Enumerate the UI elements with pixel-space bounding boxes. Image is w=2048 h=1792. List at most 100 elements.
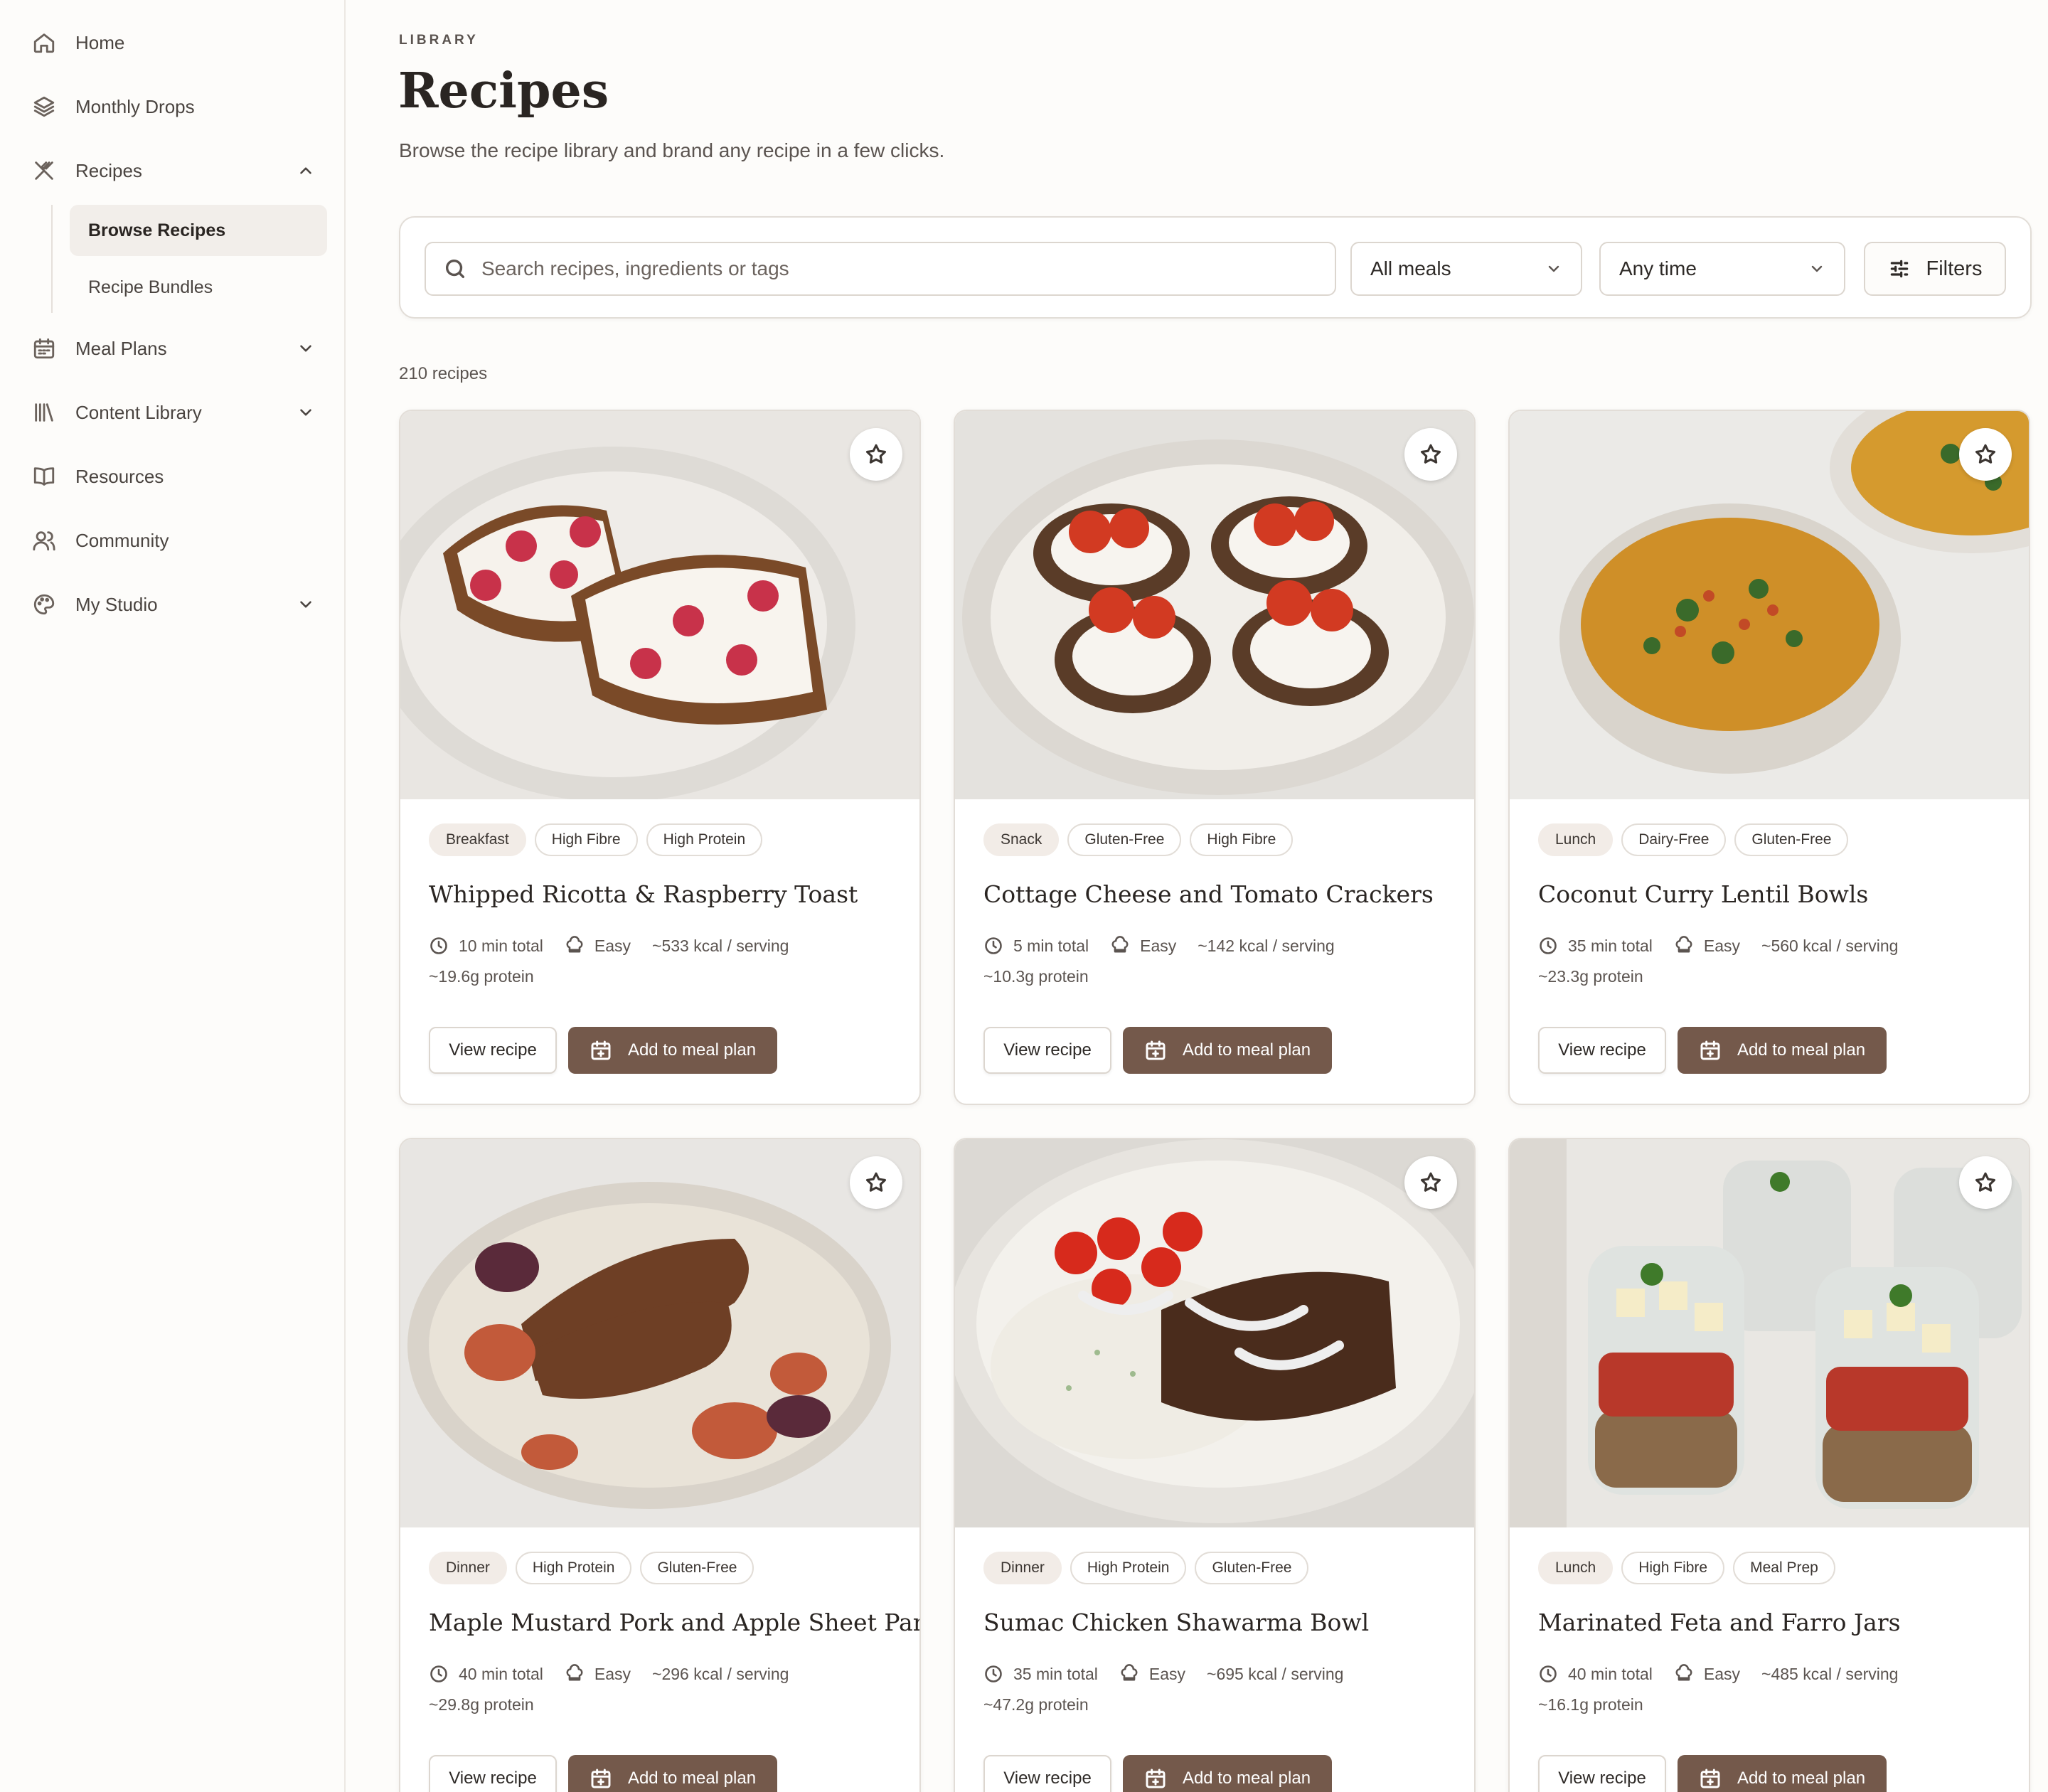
recipe-card[interactable]: Lunch High Fibre Meal Prep Marinated Feta … bbox=[1508, 1138, 2030, 1792]
recipe-title[interactable]: Marinated Feta and Farro Jars bbox=[1538, 1609, 1901, 1636]
add-to-meal-plan-button[interactable]: Add to meal plan bbox=[568, 1755, 777, 1792]
recipe-title[interactable]: Whipped Ricotta & Raspberry Toast bbox=[429, 880, 858, 908]
favorite-button[interactable] bbox=[1959, 428, 2012, 481]
book-icon bbox=[28, 461, 60, 492]
add-to-meal-plan-button[interactable]: Add to meal plan bbox=[1123, 1027, 1332, 1074]
view-recipe-button[interactable]: View recipe bbox=[1538, 1027, 1666, 1074]
users-icon bbox=[28, 525, 60, 556]
star-icon bbox=[1975, 444, 1996, 464]
sidebar-item-my-studio[interactable]: My Studio bbox=[28, 582, 320, 627]
recipe-tags: Snack Gluten-Free High Fibre bbox=[983, 823, 1294, 856]
sidebar: Home Monthly Drops Recipes Browse Recipe… bbox=[0, 0, 346, 1792]
recipe-meta: 5 min total Easy ~142 kcal / serving bbox=[983, 936, 1335, 956]
view-recipe-button[interactable]: View recipe bbox=[429, 1755, 557, 1792]
meal-type-select[interactable]: All meals bbox=[1350, 242, 1582, 296]
star-icon bbox=[1975, 1172, 1996, 1192]
add-to-meal-plan-label: Add to meal plan bbox=[1182, 1040, 1311, 1060]
search-placeholder: Search recipes, ingredients or tags bbox=[481, 257, 789, 279]
calendar-plus-icon bbox=[1700, 1040, 1720, 1060]
filters-label: Filters bbox=[1926, 257, 1983, 280]
chef-hat-icon bbox=[566, 1664, 583, 1681]
sidebar-item-resources[interactable]: Resources bbox=[28, 454, 320, 499]
recipe-tag: Dinner bbox=[429, 1552, 507, 1584]
recipe-meta: 40 min total Easy ~485 kcal / serving bbox=[1538, 1664, 1898, 1684]
filters-button[interactable]: Filters bbox=[1864, 242, 2006, 296]
recipe-title[interactable]: Maple Mustard Pork and Apple Sheet Pan bbox=[429, 1609, 919, 1636]
sidebar-item-monthly-drops[interactable]: Monthly Drops bbox=[28, 84, 320, 129]
calendar-icon bbox=[28, 333, 60, 364]
recipe-kcal: ~560 kcal / serving bbox=[1761, 936, 1899, 955]
calendar-plus-icon bbox=[1146, 1040, 1166, 1060]
recipe-title[interactable]: Cottage Cheese and Tomato Crackers bbox=[983, 880, 1434, 908]
sidebar-item-content-library[interactable]: Content Library bbox=[28, 390, 320, 435]
chevron-down-icon bbox=[1548, 265, 1559, 272]
layers-icon bbox=[28, 91, 60, 122]
recipe-protein: ~47.2g protein bbox=[983, 1695, 1089, 1714]
sidebar-item-label: Home bbox=[75, 31, 125, 53]
recipe-time: 10 min total bbox=[459, 936, 543, 955]
sidebar-item-label: Meal Plans bbox=[75, 337, 167, 359]
chevron-down-icon[interactable] bbox=[292, 398, 320, 427]
sidebar-item-label: My Studio bbox=[75, 593, 158, 615]
add-to-meal-plan-button[interactable]: Add to meal plan bbox=[568, 1027, 777, 1074]
view-recipe-button[interactable]: View recipe bbox=[983, 1027, 1111, 1074]
recipe-tag: Dairy-Free bbox=[1621, 823, 1727, 856]
chef-hat-icon bbox=[1121, 1664, 1138, 1681]
favorite-button[interactable] bbox=[1404, 1156, 1457, 1209]
recipe-tag: Dinner bbox=[983, 1552, 1062, 1584]
recipe-tag: Gluten-Free bbox=[1195, 1552, 1309, 1584]
view-recipe-button[interactable]: View recipe bbox=[429, 1027, 557, 1074]
calendar-plus-icon bbox=[591, 1769, 611, 1788]
sidebar-subitem-browse-recipes[interactable]: Browse Recipes bbox=[70, 205, 327, 256]
sidebar-item-label: Recipes bbox=[75, 159, 142, 181]
recipe-tag: High Fibre bbox=[1190, 823, 1294, 856]
chevron-down-icon bbox=[1811, 265, 1823, 272]
recipe-card[interactable]: Lunch Dairy-Free Gluten-Free Coconut Curry… bbox=[1508, 410, 2030, 1105]
recipe-card[interactable]: Dinner High Protein Gluten-Free Sumac Chic… bbox=[954, 1138, 1476, 1792]
clock-icon bbox=[1540, 937, 1557, 954]
filter-bar: Search recipes, ingredients or tags All … bbox=[399, 216, 2032, 319]
recipe-card[interactable]: Dinner High Protein Gluten-Free Maple Must… bbox=[399, 1138, 921, 1792]
recipe-card[interactable]: Snack Gluten-Free High Fibre Cottage Chees… bbox=[954, 410, 1476, 1105]
sidebar-item-home[interactable]: Home bbox=[28, 20, 320, 65]
favorite-button[interactable] bbox=[850, 428, 902, 481]
star-icon bbox=[1420, 1172, 1441, 1192]
recipe-tag: High Protein bbox=[515, 1552, 632, 1584]
sidebar-item-community[interactable]: Community bbox=[28, 518, 320, 563]
page-title: Recipes bbox=[398, 63, 609, 119]
sidebar-item-label: Resources bbox=[75, 465, 164, 487]
sidebar-item-meal-plans[interactable]: Meal Plans bbox=[28, 326, 320, 371]
favorite-button[interactable] bbox=[1959, 1156, 2012, 1209]
results-count: 210 recipes bbox=[399, 364, 488, 383]
clock-icon bbox=[1540, 1665, 1557, 1682]
add-to-meal-plan-button[interactable]: Add to meal plan bbox=[1678, 1027, 1887, 1074]
add-to-meal-plan-label: Add to meal plan bbox=[627, 1769, 757, 1788]
favorite-button[interactable] bbox=[1404, 428, 1457, 481]
recipe-title[interactable]: Coconut Curry Lentil Bowls bbox=[1538, 880, 1868, 908]
chef-hat-icon bbox=[1675, 936, 1692, 953]
view-recipe-button[interactable]: View recipe bbox=[1538, 1755, 1666, 1792]
search-input[interactable]: Search recipes, ingredients or tags bbox=[425, 242, 1336, 296]
recipe-time: 35 min total bbox=[1568, 936, 1653, 955]
chevron-down-icon[interactable] bbox=[292, 334, 320, 363]
time-select[interactable]: Any time bbox=[1599, 242, 1845, 296]
sidebar-item-recipes[interactable]: Recipes bbox=[28, 148, 320, 193]
sidebar-subitem-recipe-bundles[interactable]: Recipe Bundles bbox=[70, 262, 327, 313]
add-to-meal-plan-button[interactable]: Add to meal plan bbox=[1123, 1755, 1332, 1792]
recipe-title[interactable]: Sumac Chicken Shawarma Bowl bbox=[983, 1609, 1369, 1636]
clock-icon bbox=[985, 937, 1002, 954]
add-to-meal-plan-button[interactable]: Add to meal plan bbox=[1678, 1755, 1887, 1792]
favorite-button[interactable] bbox=[850, 1156, 902, 1209]
recipe-difficulty: Easy bbox=[1140, 936, 1177, 955]
recipe-time: 5 min total bbox=[1013, 936, 1089, 955]
chevron-up-icon[interactable] bbox=[292, 156, 320, 185]
sidebar-item-label: Monthly Drops bbox=[75, 95, 195, 117]
recipe-card[interactable]: Breakfast High Fibre High Protein Whipped … bbox=[399, 410, 921, 1105]
view-recipe-button[interactable]: View recipe bbox=[983, 1755, 1111, 1792]
calendar-plus-icon bbox=[591, 1040, 611, 1060]
recipe-kcal: ~142 kcal / serving bbox=[1198, 936, 1335, 955]
recipe-tag: Breakfast bbox=[429, 823, 526, 856]
chevron-down-icon[interactable] bbox=[292, 590, 320, 619]
add-to-meal-plan-label: Add to meal plan bbox=[1737, 1769, 1866, 1788]
recipe-kcal: ~533 kcal / serving bbox=[652, 936, 789, 955]
